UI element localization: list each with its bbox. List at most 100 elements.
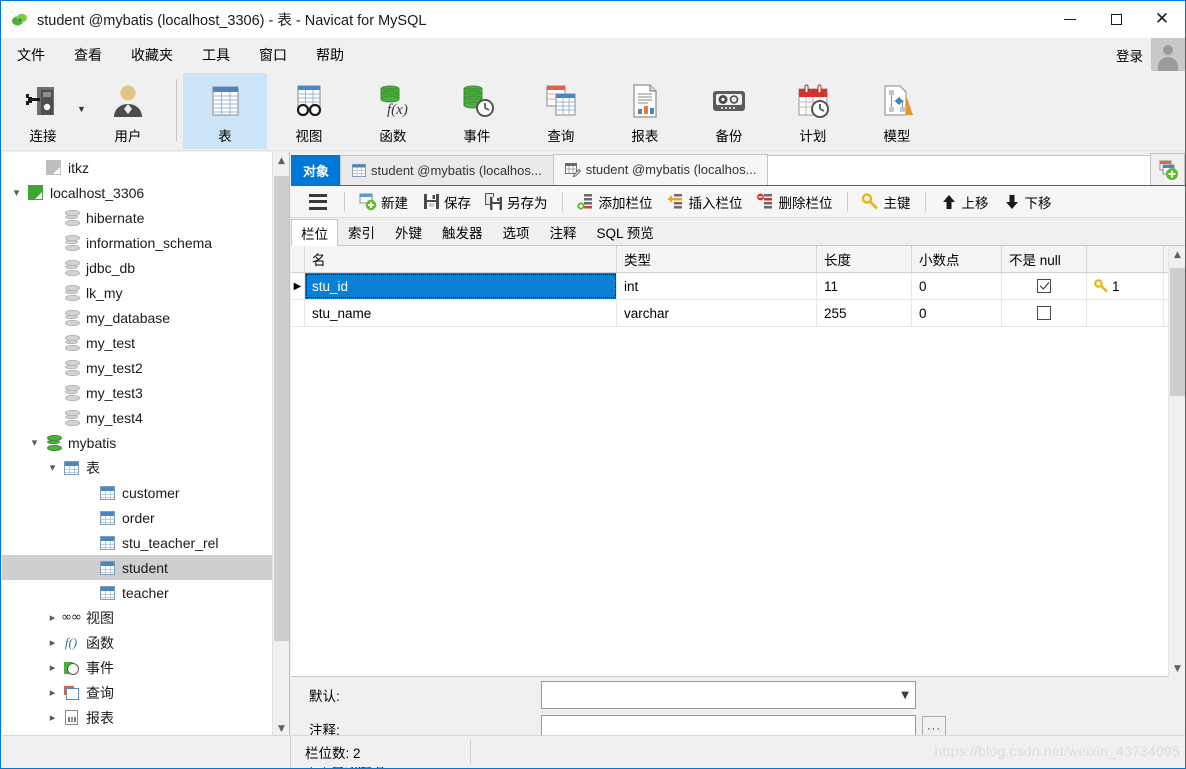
- hamburger-icon[interactable]: [305, 191, 331, 213]
- column-header-decimals[interactable]: 小数点: [912, 246, 1002, 272]
- chevron-down-icon[interactable]: ▾: [44, 455, 61, 480]
- tree-item-[interactable]: ▸ f() 函数: [2, 630, 289, 655]
- sidebar-scroll-thumb[interactable]: [274, 176, 289, 641]
- save-button[interactable]: 保存: [416, 189, 477, 215]
- menu-view[interactable]: 查看: [61, 40, 115, 70]
- subtab-4[interactable]: 选项: [493, 219, 540, 245]
- tree-item-my_test4[interactable]: my_test4: [2, 405, 289, 430]
- tree-item-jdbc_db[interactable]: jdbc_db: [2, 255, 289, 280]
- tree-item-[interactable]: ▸ 报表: [2, 705, 289, 730]
- cell-type[interactable]: varchar: [617, 300, 817, 326]
- toolbar-button-schedule[interactable]: 计划: [771, 73, 855, 149]
- cell-length[interactable]: 255: [817, 300, 912, 326]
- tab-student-design[interactable]: student @mybatis (localhos...: [552, 154, 769, 185]
- toolbar-button-model[interactable]: 模型: [855, 73, 939, 149]
- toolbar-button-event[interactable]: 事件: [435, 73, 519, 149]
- chevron-right-icon[interactable]: ▸: [44, 605, 61, 630]
- cell-decimals[interactable]: 0: [912, 300, 1002, 326]
- cell-key[interactable]: [1087, 300, 1164, 326]
- toolbar-button-function[interactable]: f(x) 函数: [351, 73, 435, 149]
- tree-item-my_database[interactable]: my_database: [2, 305, 289, 330]
- cell-not-null[interactable]: [1002, 273, 1087, 299]
- insert-field-button[interactable]: 插入栏位: [661, 189, 749, 215]
- sidebar-scrollbar[interactable]: ▲ ▼: [272, 152, 289, 737]
- tree-item-itkz[interactable]: itkz: [2, 155, 289, 180]
- subtab-3[interactable]: 触发器: [432, 219, 493, 245]
- tree-item-customer[interactable]: customer: [2, 480, 289, 505]
- cell-length[interactable]: 11: [817, 273, 912, 299]
- tree-item-lk_my[interactable]: lk_my: [2, 280, 289, 305]
- default-combobox[interactable]: ▼: [541, 681, 916, 709]
- grid-scroll-down-icon[interactable]: ▼: [1169, 660, 1185, 677]
- tree-item-order[interactable]: order: [2, 505, 289, 530]
- tree-item-hibernate[interactable]: hibernate: [2, 205, 289, 230]
- subtab-2[interactable]: 外键: [385, 219, 432, 245]
- save-as-button[interactable]: 另存为: [479, 189, 554, 215]
- cell-key[interactable]: 1: [1087, 273, 1164, 299]
- delete-field-button[interactable]: 删除栏位: [751, 189, 839, 215]
- login-link[interactable]: 登录: [1116, 45, 1143, 65]
- subtab-0[interactable]: 栏位: [291, 219, 338, 246]
- toolbar-button-view[interactable]: 视图: [267, 73, 351, 149]
- chevron-right-icon[interactable]: ▸: [44, 655, 61, 680]
- grid-scroll-up-icon[interactable]: ▲: [1169, 246, 1185, 263]
- chevron-down-icon[interactable]: ▼: [77, 104, 86, 114]
- toolbar-button-report[interactable]: 报表: [603, 73, 687, 149]
- tree-item-information_schema[interactable]: information_schema: [2, 230, 289, 255]
- subtab-1[interactable]: 索引: [338, 219, 385, 245]
- column-header-key[interactable]: [1087, 246, 1164, 272]
- menu-favorites[interactable]: 收藏夹: [118, 40, 186, 70]
- toolbar-button-backup[interactable]: 备份: [687, 73, 771, 149]
- tree-item-student[interactable]: student: [2, 555, 289, 580]
- close-button[interactable]: ✕: [1139, 1, 1185, 38]
- menu-window[interactable]: 窗口: [246, 40, 300, 70]
- cell-name[interactable]: stu_id: [305, 273, 617, 299]
- minimize-button[interactable]: [1047, 1, 1093, 38]
- column-header-name[interactable]: 名: [305, 246, 617, 272]
- chevron-down-icon[interactable]: ▼: [901, 690, 909, 701]
- move-up-button[interactable]: 上移: [934, 189, 995, 215]
- add-field-button[interactable]: 添加栏位: [571, 189, 659, 215]
- move-down-button[interactable]: 下移: [997, 189, 1058, 215]
- chevron-down-icon[interactable]: ▾: [8, 180, 25, 205]
- scroll-up-icon[interactable]: ▲: [273, 152, 289, 169]
- tree-item-my_test[interactable]: my_test: [2, 330, 289, 355]
- grid-scroll-thumb[interactable]: [1170, 268, 1185, 396]
- menu-help[interactable]: 帮助: [303, 40, 357, 70]
- tab-objects[interactable]: 对象: [291, 155, 342, 185]
- chevron-down-icon[interactable]: ▾: [26, 430, 43, 455]
- chevron-right-icon[interactable]: ▸: [44, 630, 61, 655]
- not-null-checkbox[interactable]: [1037, 279, 1051, 293]
- tree-item-[interactable]: ▸ 查询: [2, 680, 289, 705]
- tree-item-teacher[interactable]: teacher: [2, 580, 289, 605]
- cell-name[interactable]: stu_name: [305, 300, 617, 326]
- toolbar-button-user[interactable]: 用户: [86, 73, 170, 149]
- cell-decimals[interactable]: 0: [912, 273, 1002, 299]
- new-button[interactable]: 新建: [353, 189, 414, 215]
- tree-item-localhost_3306[interactable]: ▾ localhost_3306: [2, 180, 289, 205]
- toolbar-button-table[interactable]: 表: [182, 73, 267, 149]
- tree-item-stu_teacher_rel[interactable]: stu_teacher_rel: [2, 530, 289, 555]
- tree-item-my_test3[interactable]: my_test3: [2, 380, 289, 405]
- table-row[interactable]: ▶ stu_id int 11 0 1: [291, 273, 1185, 300]
- tree-item-my_test2[interactable]: my_test2: [2, 355, 289, 380]
- chevron-right-icon[interactable]: ▸: [44, 705, 61, 730]
- cell-not-null[interactable]: [1002, 300, 1087, 326]
- subtab-6[interactable]: SQL 预览: [587, 219, 664, 245]
- row-marker[interactable]: ▶: [291, 273, 305, 299]
- not-null-checkbox[interactable]: [1037, 306, 1051, 320]
- table-row[interactable]: stu_name varchar 255 0: [291, 300, 1185, 327]
- toolbar-button-query[interactable]: 查询: [519, 73, 603, 149]
- subtab-5[interactable]: 注释: [540, 219, 587, 245]
- column-header-type[interactable]: 类型: [617, 246, 817, 272]
- avatar[interactable]: [1151, 38, 1185, 71]
- column-header-not-null[interactable]: 不是 null: [1002, 246, 1087, 272]
- menu-file[interactable]: 文件: [4, 40, 58, 70]
- toolbar-button-connection[interactable]: 连接: [1, 73, 85, 149]
- cell-type[interactable]: int: [617, 273, 817, 299]
- primary-key-button[interactable]: 主键: [856, 189, 917, 215]
- tree-item-[interactable]: ▸ ∞∞ 视图: [2, 605, 289, 630]
- tab-student-data[interactable]: student @mybatis (localhos...: [340, 155, 554, 185]
- tree-item-mybatis[interactable]: ▾ mybatis: [2, 430, 289, 455]
- new-tab-icon[interactable]: [1150, 153, 1185, 185]
